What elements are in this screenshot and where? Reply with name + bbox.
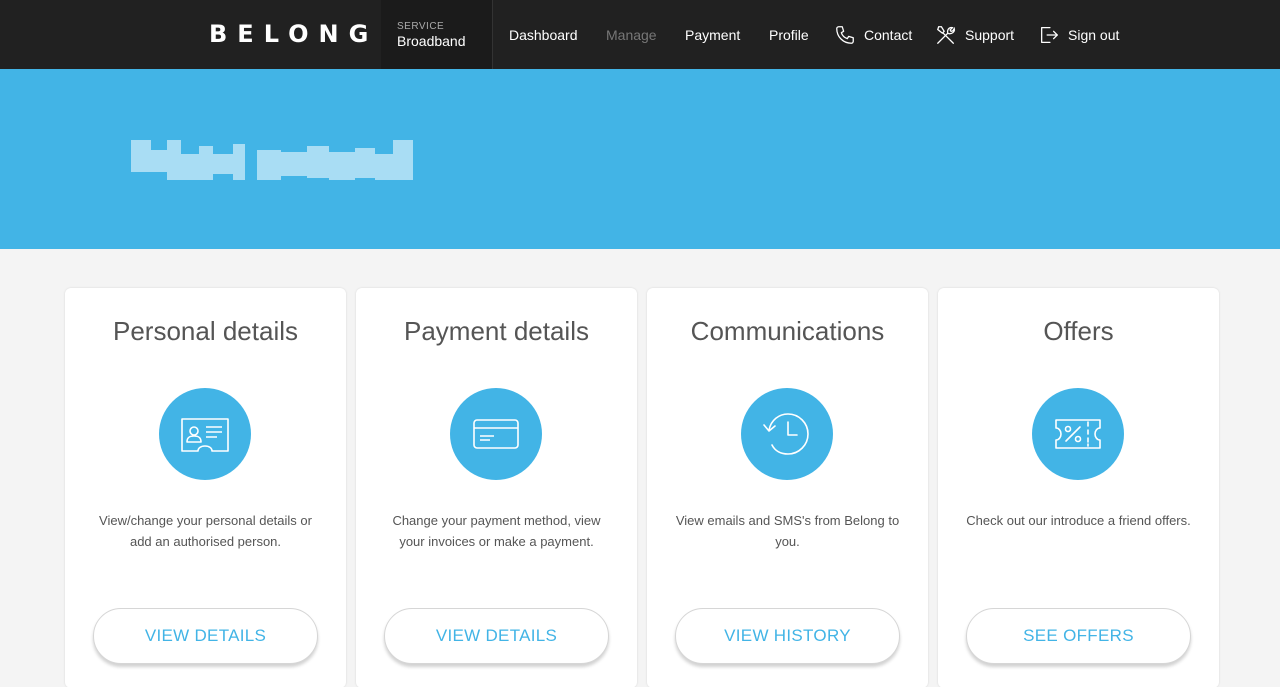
card-title: Communications bbox=[690, 316, 885, 346]
history-icon bbox=[741, 388, 833, 480]
nav-payment[interactable]: Payment bbox=[685, 0, 740, 69]
card-payment-details: Payment details Change your payment meth… bbox=[356, 288, 637, 687]
card-description: Change your payment method, view your in… bbox=[392, 513, 601, 549]
id-card-icon bbox=[159, 388, 251, 480]
service-name: Broadband bbox=[397, 33, 466, 49]
card-offers: Offers Check out our introduce a friend … bbox=[938, 288, 1219, 687]
card-description: View emails and SMS's from Belong to you… bbox=[675, 513, 900, 549]
nav-sign-out-label: Sign out bbox=[1068, 26, 1120, 43]
card-communications: Communications View emails and SMS's fro… bbox=[647, 288, 928, 687]
card-personal-details: Personal details View/change your person… bbox=[65, 288, 346, 687]
card-title: Offers bbox=[1043, 316, 1114, 346]
view-history-button[interactable]: VIEW HISTORY bbox=[675, 608, 900, 664]
view-personal-details-button[interactable]: VIEW DETAILS bbox=[93, 608, 318, 664]
nav-profile[interactable]: Profile bbox=[769, 0, 809, 69]
sign-out-icon bbox=[1038, 24, 1060, 46]
card-title: Payment details bbox=[404, 316, 589, 346]
card-description: View/change your personal details or add… bbox=[99, 513, 312, 549]
card-title: Personal details bbox=[113, 316, 298, 346]
service-selector[interactable]: SERVICE Broadband bbox=[381, 0, 493, 69]
credit-card-icon bbox=[450, 388, 542, 480]
belong-logo[interactable]: BELONG bbox=[209, 22, 378, 46]
nav-contact-label: Contact bbox=[864, 26, 913, 43]
view-payment-details-button[interactable]: VIEW DETAILS bbox=[384, 608, 609, 664]
phone-icon bbox=[834, 24, 856, 46]
nav-manage[interactable]: Manage bbox=[606, 0, 657, 69]
coupon-icon bbox=[1032, 388, 1124, 480]
nav-support[interactable]: Support bbox=[935, 0, 1014, 69]
tools-icon bbox=[935, 24, 957, 46]
see-offers-button[interactable]: SEE OFFERS bbox=[966, 608, 1191, 664]
nav-contact[interactable]: Contact bbox=[834, 0, 912, 69]
nav-support-label: Support bbox=[965, 26, 1015, 43]
top-navigation-bar: BELONG SERVICE Broadband Dashboard Manag… bbox=[0, 0, 1280, 69]
service-label: SERVICE bbox=[397, 21, 445, 32]
card-description: Check out our introduce a friend offers. bbox=[966, 513, 1191, 528]
nav-dashboard[interactable]: Dashboard bbox=[509, 0, 578, 69]
redacted-user-name bbox=[131, 140, 423, 182]
nav-sign-out[interactable]: Sign out bbox=[1038, 0, 1119, 69]
